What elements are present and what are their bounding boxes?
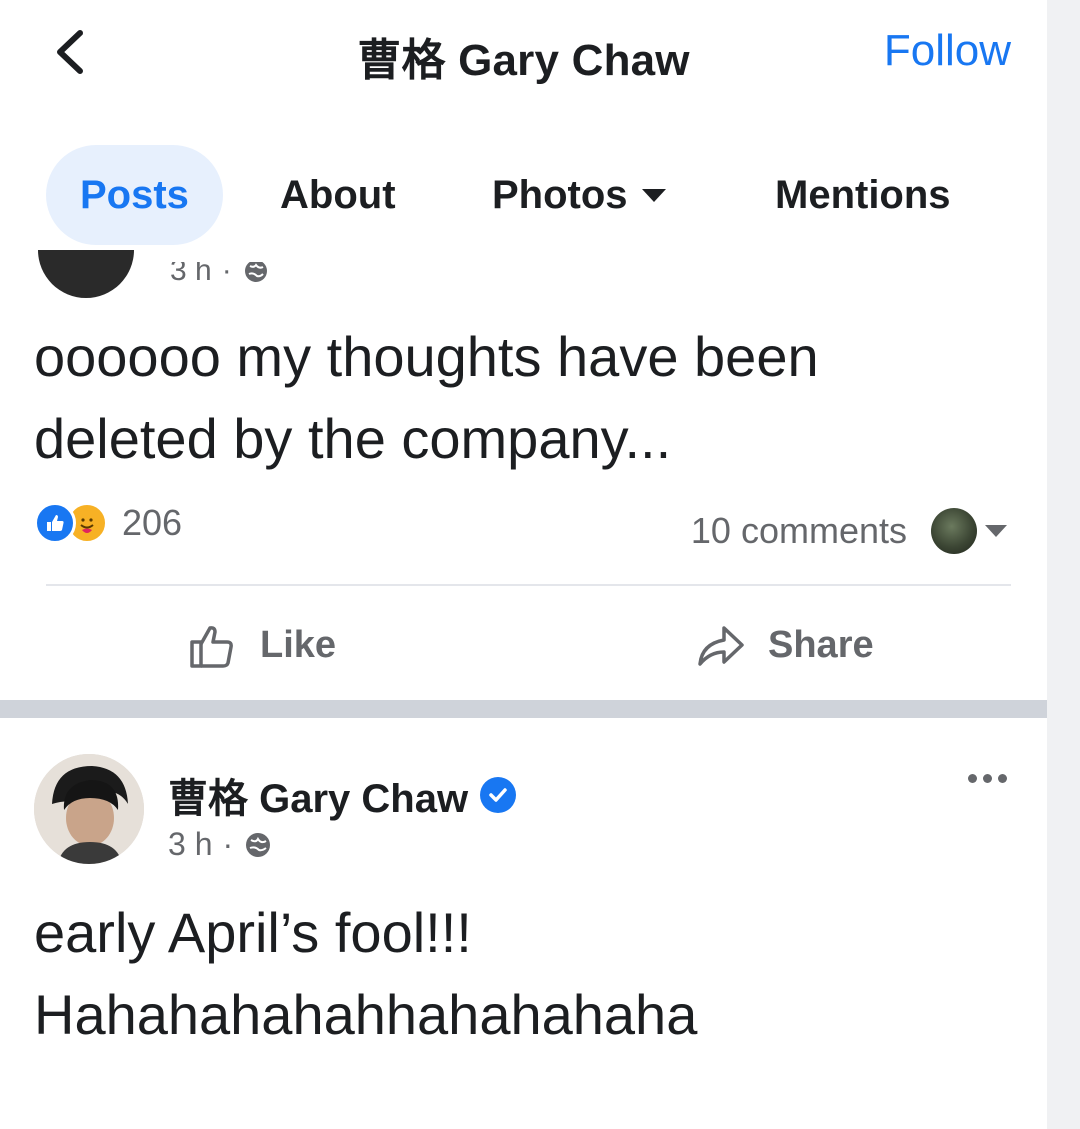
tab-about[interactable]: About <box>280 145 396 245</box>
reactions-count: 206 <box>122 502 183 543</box>
side-gutter <box>1047 0 1080 1129</box>
comments-count: 10 comments <box>690 510 907 551</box>
tab-mentions-label: Mentions <box>775 172 951 217</box>
profile-tabs: Posts About Photos Mentions <box>0 145 1047 250</box>
tab-posts[interactable]: Posts <box>46 145 223 245</box>
more-dots-icon <box>997 773 1007 783</box>
like-button[interactable]: Like <box>188 610 336 680</box>
top-bar: 曹格 Gary Chaw Follow <box>0 0 1047 110</box>
caret-down-icon <box>985 525 1007 537</box>
caret-down-icon <box>641 188 666 202</box>
globe-icon <box>244 262 267 282</box>
author-name-text: 曹格 Gary Chaw <box>168 777 469 821</box>
reactions-summary[interactable]: 206 <box>34 502 182 544</box>
more-dots-icon <box>967 773 977 783</box>
post-text: early April’s fool!!! Hahahahahahhahahah… <box>34 892 1014 1056</box>
tab-about-label: About <box>280 172 396 217</box>
like-reaction-icon <box>34 502 76 544</box>
share-label: Share <box>768 623 874 666</box>
author-name[interactable]: 曹格 Gary Chaw <box>168 766 517 824</box>
meta-dot: · <box>222 826 234 862</box>
verified-badge-icon <box>480 777 517 813</box>
thumbs-up-icon <box>190 626 233 668</box>
post-time: 3 h <box>168 826 213 862</box>
divider <box>46 584 1011 586</box>
like-label: Like <box>260 623 337 666</box>
more-dots-icon <box>982 773 992 783</box>
post-text-line: oooooo my thoughts have been <box>34 325 819 388</box>
post-meta: 3 h · <box>170 262 270 292</box>
post-text: oooooo my thoughts have been deleted by … <box>34 316 1014 480</box>
feed-separator <box>0 700 1047 718</box>
viewer-avatar <box>931 508 977 554</box>
tab-mentions[interactable]: Mentions <box>775 145 951 245</box>
comments-summary[interactable]: 10 comments <box>691 508 1007 554</box>
avatar[interactable] <box>34 754 144 864</box>
tab-posts-label: Posts <box>80 172 189 217</box>
avatar[interactable] <box>38 250 134 298</box>
post-meta: 3 h · <box>168 826 273 863</box>
follow-button[interactable]: Follow <box>884 26 1011 76</box>
profile-page: 曹格 Gary Chaw Follow Posts About Photos M… <box>0 0 1047 1129</box>
globe-icon <box>246 832 271 857</box>
more-options-button[interactable] <box>959 758 1015 798</box>
tab-photos-label: Photos <box>492 172 628 217</box>
post-card: 3 h · oooooo my thoughts have been delet… <box>0 250 1047 700</box>
share-arrow-icon <box>698 626 744 666</box>
tab-photos[interactable]: Photos <box>492 145 666 245</box>
post-text-line: Hahahahahahhahahahaha <box>34 983 698 1046</box>
post-time: 3 h <box>170 262 212 287</box>
post-card: 曹格 Gary Chaw 3 h · early April’s fool!!!… <box>0 718 1047 1129</box>
post-text-line: deleted by the company... <box>34 407 672 470</box>
post-text-line: early April’s fool!!! <box>34 901 472 964</box>
meta-dot: · <box>221 262 232 287</box>
share-button[interactable]: Share <box>696 610 874 680</box>
